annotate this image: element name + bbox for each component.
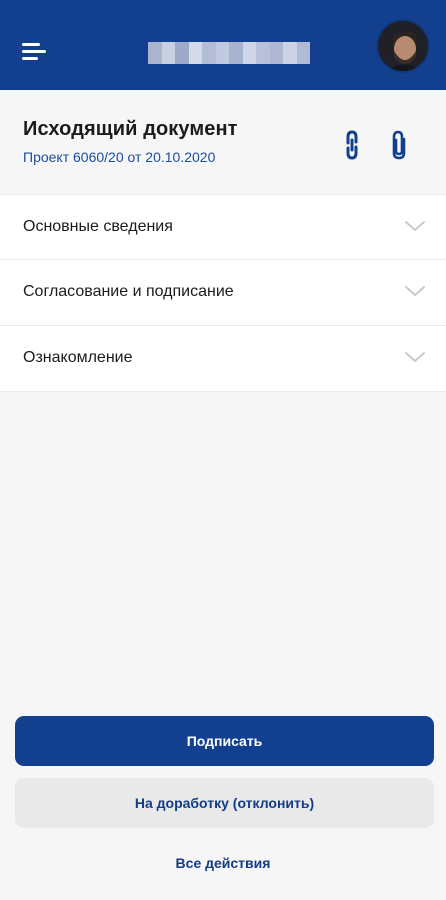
section-label: Согласование и подписание xyxy=(23,283,234,300)
menu-icon[interactable] xyxy=(22,43,48,63)
chevron-down-icon xyxy=(405,221,425,231)
all-actions-link[interactable]: Все действия xyxy=(0,855,446,871)
user-name-redacted xyxy=(148,42,310,64)
document-header xyxy=(0,90,446,192)
paperclip-icon[interactable] xyxy=(387,129,413,161)
section-label: Основные сведения xyxy=(23,218,173,235)
link-icon[interactable] xyxy=(339,129,365,161)
sign-button[interactable]: Подписать xyxy=(15,716,434,766)
reject-button[interactable]: На доработку (отклонить) xyxy=(15,778,434,828)
section-label: Ознакомление xyxy=(23,349,133,366)
avatar[interactable] xyxy=(376,19,430,73)
section-familiarization[interactable]: Ознакомление xyxy=(0,326,446,392)
chevron-down-icon xyxy=(405,286,425,296)
document-project-link[interactable]: Проект 6060/20 от 20.10.2020 xyxy=(23,149,215,165)
top-app-bar xyxy=(0,0,446,90)
section-main-info[interactable]: Основные сведения xyxy=(0,194,446,260)
document-sections: Основные сведения Согласование и подписа… xyxy=(0,194,446,392)
page-title: Исходящий документ xyxy=(23,118,238,140)
section-approval-signing[interactable]: Согласование и подписание xyxy=(0,260,446,326)
chevron-down-icon xyxy=(405,352,425,362)
